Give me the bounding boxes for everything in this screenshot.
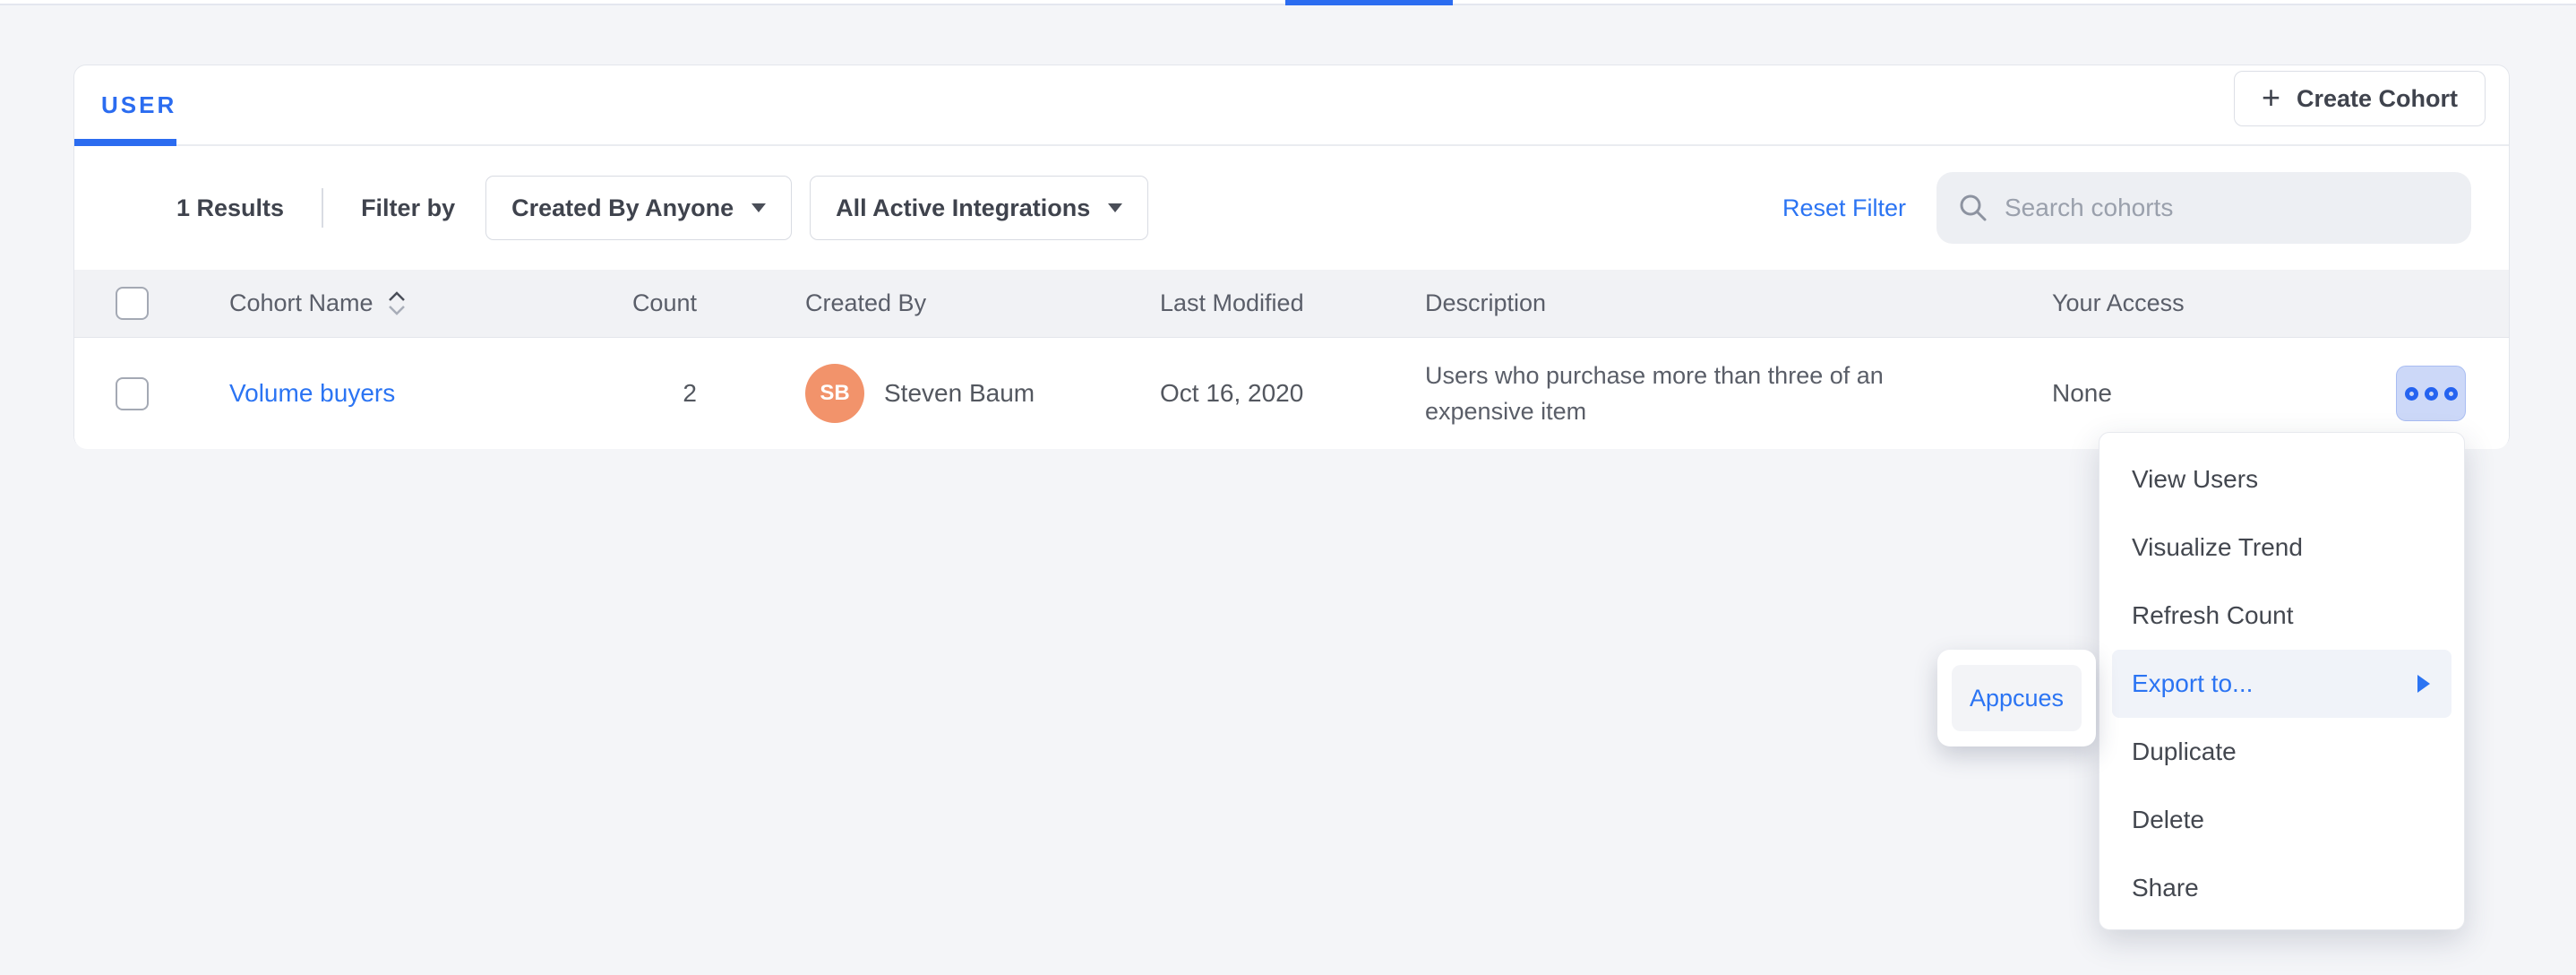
ellipsis-dot-icon — [2444, 387, 2458, 401]
chevron-down-icon — [751, 203, 766, 212]
filter-bar-left: 1 Results Filter by Created By Anyone Al… — [176, 176, 1166, 240]
reset-filter-link[interactable]: Reset Filter — [1782, 194, 1906, 222]
header-description-label: Description — [1425, 289, 1546, 317]
header-cohort-name-label: Cohort Name — [229, 289, 374, 317]
last-modified-value: Oct 16, 2020 — [1160, 379, 1303, 408]
created-by-dropdown-label: Created By Anyone — [511, 194, 734, 222]
create-cohort-button[interactable]: + Create Cohort — [2234, 71, 2486, 126]
table-header-row: Cohort Name Count Created By Last Modifi… — [74, 270, 2509, 338]
results-count: 1 Results — [176, 194, 284, 222]
tab-user-active-underline — [74, 139, 176, 146]
created-by-dropdown[interactable]: Created By Anyone — [485, 176, 792, 240]
menu-item-duplicate[interactable]: Duplicate — [2099, 718, 2464, 786]
description-value: Users who purchase more than three of an… — [1425, 358, 1962, 429]
ellipsis-dot-icon — [2405, 387, 2418, 401]
your-access-value: None — [2052, 379, 2112, 408]
header-your-access: Your Access — [2052, 270, 2185, 337]
filter-by-label: Filter by — [361, 194, 455, 222]
tab-user-label: USER — [101, 91, 176, 119]
search-box[interactable] — [1936, 172, 2471, 244]
tab-bar: USER + Create Cohort — [74, 65, 2509, 146]
menu-item-export-to[interactable]: Export to... — [2112, 650, 2451, 718]
header-last-modified-label: Last Modified — [1160, 289, 1304, 317]
cohorts-page: USER + Create Cohort 1 Results Filter by… — [0, 0, 2576, 975]
integrations-dropdown[interactable]: All Active Integrations — [810, 176, 1148, 240]
menu-item-delete[interactable]: Delete — [2099, 786, 2464, 854]
select-all-checkbox[interactable] — [116, 287, 149, 320]
menu-item-view-users[interactable]: View Users — [2099, 445, 2464, 513]
row-created-by-cell: SB Steven Baum — [805, 338, 1035, 449]
header-last-modified[interactable]: Last Modified — [1160, 270, 1304, 337]
export-to-submenu: Appcues — [1937, 650, 2096, 746]
row-checkbox[interactable] — [116, 377, 149, 410]
header-your-access-label: Your Access — [2052, 289, 2185, 317]
header-count-label: Count — [632, 289, 697, 317]
cohorts-panel: USER + Create Cohort 1 Results Filter by… — [73, 65, 2510, 448]
divider — [322, 188, 323, 228]
integrations-dropdown-label: All Active Integrations — [836, 194, 1090, 222]
row-description-cell: Users who purchase more than three of an… — [1425, 338, 1962, 449]
header-count[interactable]: Count — [468, 270, 697, 337]
filter-bar-right: Reset Filter — [1782, 172, 2471, 244]
menu-item-export-to-label: Export to... — [2132, 669, 2253, 698]
select-all-checkbox-cell — [116, 270, 151, 337]
tab-user[interactable]: USER — [74, 65, 203, 144]
cohort-name-link[interactable]: Volume buyers — [229, 379, 395, 408]
more-actions-button[interactable] — [2396, 366, 2466, 421]
row-actions-context-menu: View Users Visualize Trend Refresh Count… — [2099, 432, 2465, 930]
created-by-value: Steven Baum — [884, 379, 1035, 408]
row-cohort-name-cell: Volume buyers — [229, 338, 395, 449]
count-value: 2 — [683, 379, 697, 408]
sort-icon[interactable] — [388, 291, 406, 315]
avatar: SB — [805, 364, 864, 423]
menu-item-visualize-trend[interactable]: Visualize Trend — [2099, 513, 2464, 582]
header-created-by-label: Created By — [805, 289, 926, 317]
plus-icon: + — [2262, 82, 2280, 114]
chevron-down-icon — [1108, 203, 1122, 212]
menu-item-refresh-count[interactable]: Refresh Count — [2099, 582, 2464, 650]
top-nav-strip — [0, 0, 2576, 5]
submenu-arrow-icon — [2417, 675, 2430, 693]
active-nav-tab-indicator — [1285, 0, 1453, 5]
row-your-access-cell: None — [2052, 338, 2112, 449]
filter-bar: 1 Results Filter by Created By Anyone Al… — [74, 146, 2509, 270]
ellipsis-dot-icon — [2425, 387, 2438, 401]
row-count-cell: 2 — [468, 338, 697, 449]
header-created-by[interactable]: Created By — [805, 270, 926, 337]
search-icon — [1958, 193, 1988, 223]
submenu-item-appcues[interactable]: Appcues — [1952, 665, 2082, 731]
search-input[interactable] — [2005, 194, 2450, 222]
create-cohort-label: Create Cohort — [2297, 85, 2458, 113]
row-checkbox-cell — [116, 338, 151, 449]
header-description: Description — [1425, 270, 1962, 337]
row-last-modified-cell: Oct 16, 2020 — [1160, 338, 1303, 449]
header-cohort-name[interactable]: Cohort Name — [229, 270, 406, 337]
menu-item-share[interactable]: Share — [2099, 854, 2464, 922]
